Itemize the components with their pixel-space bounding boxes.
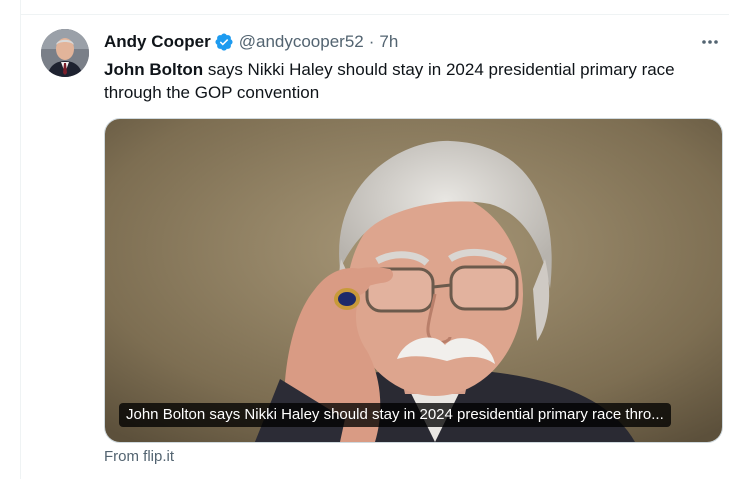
author-name[interactable]: Andy Cooper [104,32,211,52]
card-source-link[interactable]: From flip.it [104,448,174,465]
verified-badge-icon [214,32,234,52]
tweet-header: Andy Cooper @andycooper52 · 7h [104,31,398,53]
author-handle[interactable]: @andycooper52 [239,32,364,52]
tweet[interactable]: Andy Cooper @andycooper52 · 7h John Bolt… [20,15,729,479]
more-options-icon[interactable] [699,31,721,53]
tweet-timestamp[interactable]: 7h [379,32,398,52]
card-image [105,119,722,442]
card-caption: John Bolton says Nikki Haley should stay… [119,403,671,427]
link-card[interactable]: John Bolton says Nikki Haley should stay… [104,118,723,443]
avatar-image [41,29,89,77]
tweet-text-bold: John Bolton [104,60,204,79]
tweet-text: John Bolton says Nikki Haley should stay… [104,58,724,104]
header-separator: · [368,32,375,51]
avatar[interactable] [41,29,89,77]
